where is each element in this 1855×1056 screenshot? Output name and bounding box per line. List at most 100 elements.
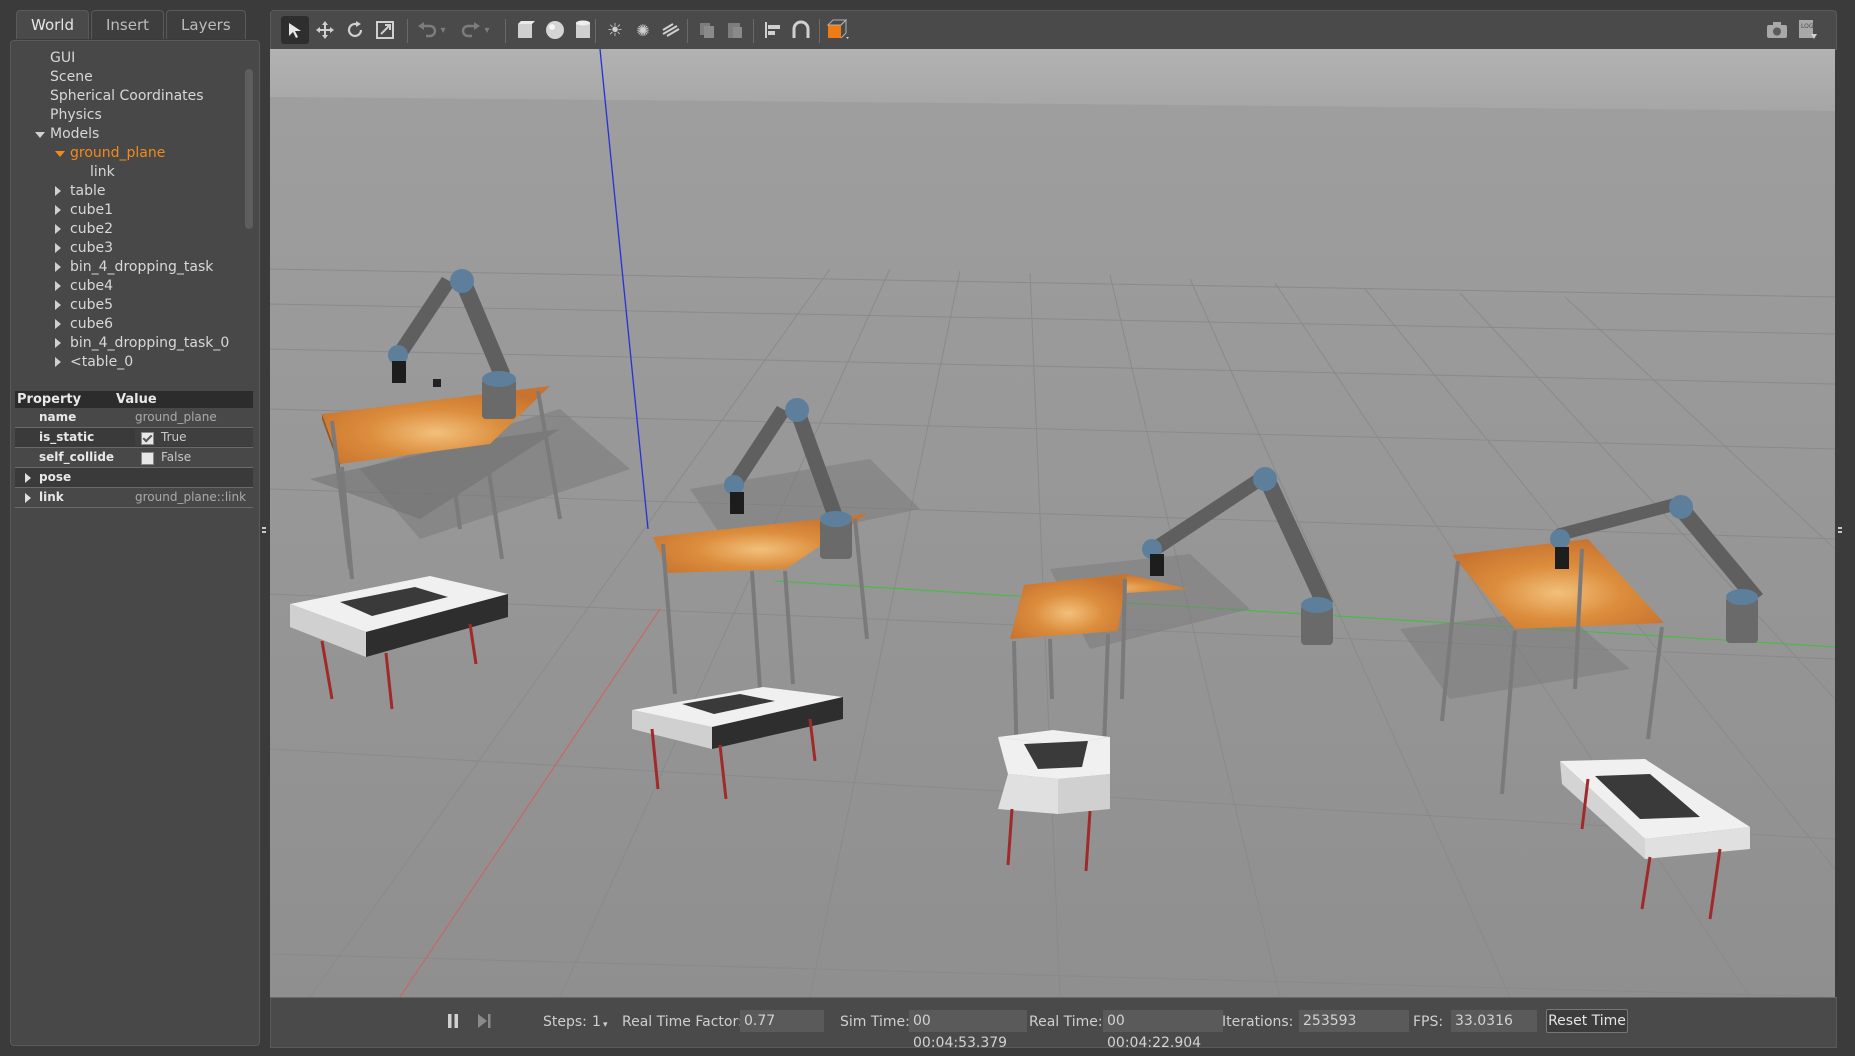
tree-item[interactable]: Physics [11, 106, 247, 125]
world-tree: GUI Scene Spherical Coordinates Physics Mode… [11, 49, 247, 379]
property-row-is-static[interactable]: is_static True [15, 428, 253, 448]
tree-item[interactable]: bin_4_dropping_task_0 [11, 334, 247, 353]
scene-viewport[interactable] [270, 49, 1835, 997]
tab-world[interactable]: World [16, 10, 89, 39]
property-row-link[interactable]: link ground_plane::link [15, 488, 253, 508]
tree-item-label: ground_plane [70, 145, 166, 161]
expand-arrow-icon[interactable] [55, 262, 61, 272]
expand-arrow-icon[interactable] [55, 224, 61, 234]
tree-item[interactable]: table [11, 182, 247, 201]
collapse-arrow-icon[interactable] [55, 151, 65, 157]
expand-arrow-icon[interactable] [55, 186, 61, 196]
paste-icon[interactable] [721, 16, 749, 44]
snap-icon[interactable] [787, 16, 815, 44]
translate-icon[interactable] [311, 16, 339, 44]
property-row-name[interactable]: name ground_plane [15, 408, 253, 428]
steps-value[interactable]: 1 [592, 1014, 601, 1030]
tree-item[interactable]: Spherical Coordinates [11, 87, 247, 106]
tree-item[interactable]: link [11, 163, 247, 182]
property-key: pose [39, 470, 72, 484]
tree-item[interactable]: cube4 [11, 277, 247, 296]
tree-item[interactable]: ground_plane [11, 144, 247, 163]
property-key: is_static [39, 430, 95, 444]
tree-item-label: link [90, 164, 115, 180]
real-time-factor-label: Real Time Factor: [622, 1014, 743, 1030]
self-collide-checkbox[interactable] [141, 452, 154, 465]
tree-item-label: cube3 [70, 240, 113, 256]
rotate-icon[interactable] [341, 16, 369, 44]
expand-arrow-icon[interactable] [55, 338, 61, 348]
sim-time-label: Sim Time: [840, 1014, 910, 1030]
tree-item-label: Spherical Coordinates [50, 88, 204, 104]
left-splitter-handle[interactable] [262, 523, 266, 537]
tree-item[interactable]: bin_4_dropping_task [11, 258, 247, 277]
sphere-icon[interactable] [541, 16, 569, 44]
pause-icon [448, 1014, 458, 1028]
scale-icon[interactable] [371, 16, 399, 44]
align-icon[interactable] [759, 16, 787, 44]
scene-render[interactable] [270, 49, 1835, 997]
tab-insert[interactable]: Insert [91, 10, 165, 39]
change-view-icon[interactable] [825, 16, 853, 44]
iterations-field: 253593 [1299, 1010, 1409, 1032]
tree-item-label: cube6 [70, 316, 113, 332]
cylinder-icon[interactable] [569, 16, 597, 44]
value-column-header: Value [116, 392, 157, 407]
right-splitter-handle[interactable] [1838, 523, 1842, 537]
tree-item-label: cube5 [70, 297, 113, 313]
tree-item-label: <table_0 [70, 354, 134, 370]
tree-item[interactable]: <table_0 [11, 353, 247, 372]
expand-arrow-icon[interactable] [55, 357, 61, 367]
property-row-pose[interactable]: pose [15, 468, 253, 488]
tab-layers[interactable]: Layers [166, 10, 246, 39]
property-row-self-collide[interactable]: self_collide False [15, 448, 253, 468]
simulation-control-bar: Steps: 1 ▾ Real Time Factor: 0.77 Sim Ti… [270, 997, 1837, 1051]
undo-dropdown-icon[interactable]: ▾ [435, 16, 451, 44]
svg-text:LOG: LOG [1801, 23, 1814, 30]
tree-item[interactable]: Scene [11, 68, 247, 87]
step-button[interactable] [475, 1012, 493, 1030]
spot-light-icon[interactable]: ✺ [629, 16, 657, 44]
tree-item-label: bin_4_dropping_task_0 [70, 335, 230, 351]
is-static-checkbox[interactable] [141, 432, 154, 445]
tree-item[interactable]: cube6 [11, 315, 247, 334]
pause-button[interactable] [445, 1012, 461, 1030]
select-arrow-icon[interactable] [281, 16, 309, 44]
expand-arrow-icon[interactable] [55, 319, 61, 329]
tree-item[interactable]: cube2 [11, 220, 247, 239]
tree-item[interactable]: cube5 [11, 296, 247, 315]
expand-arrow-icon[interactable] [25, 473, 31, 483]
property-table-header: Property Value [15, 391, 253, 408]
log-icon[interactable]: LOG [1793, 16, 1821, 44]
tree-item[interactable]: GUI [11, 49, 247, 68]
world-panel: GUI Scene Spherical Coordinates Physics Mode… [10, 40, 260, 1046]
redo-dropdown-icon[interactable]: ▾ [479, 16, 495, 44]
directional-light-icon[interactable] [657, 16, 685, 44]
property-value: ground_plane::link [135, 490, 247, 504]
expand-arrow-icon[interactable] [55, 205, 61, 215]
point-light-icon[interactable]: ☀ [601, 16, 629, 44]
property-value: True [161, 430, 187, 444]
tree-item[interactable]: cube3 [11, 239, 247, 258]
step-forward-icon [478, 1014, 491, 1028]
tree-item-label: cube2 [70, 221, 113, 237]
expand-arrow-icon[interactable] [55, 300, 61, 310]
box-icon[interactable] [511, 16, 539, 44]
toolbar: ▾ ▾ ☀ ✺ LOG [270, 10, 1837, 50]
screenshot-icon[interactable] [1763, 16, 1791, 44]
tree-item-label: Physics [50, 107, 102, 123]
real-time-label: Real Time: [1029, 1014, 1103, 1030]
tree-scrollbar[interactable] [245, 69, 253, 229]
expand-arrow-icon[interactable] [25, 493, 31, 503]
steps-dropdown-icon[interactable]: ▾ [603, 1020, 608, 1030]
property-value: ground_plane [135, 410, 217, 424]
expand-arrow-icon[interactable] [55, 281, 61, 291]
reset-time-button[interactable]: Reset Time [1546, 1009, 1628, 1033]
real-time-factor-field: 0.77 [740, 1010, 824, 1032]
copy-icon[interactable] [693, 16, 721, 44]
tree-item[interactable]: cube1 [11, 201, 247, 220]
tree-item[interactable]: Models [11, 125, 247, 144]
expand-arrow-icon[interactable] [55, 243, 61, 253]
tab-bar: World Insert Layers [16, 10, 248, 40]
collapse-arrow-icon[interactable] [35, 132, 45, 138]
